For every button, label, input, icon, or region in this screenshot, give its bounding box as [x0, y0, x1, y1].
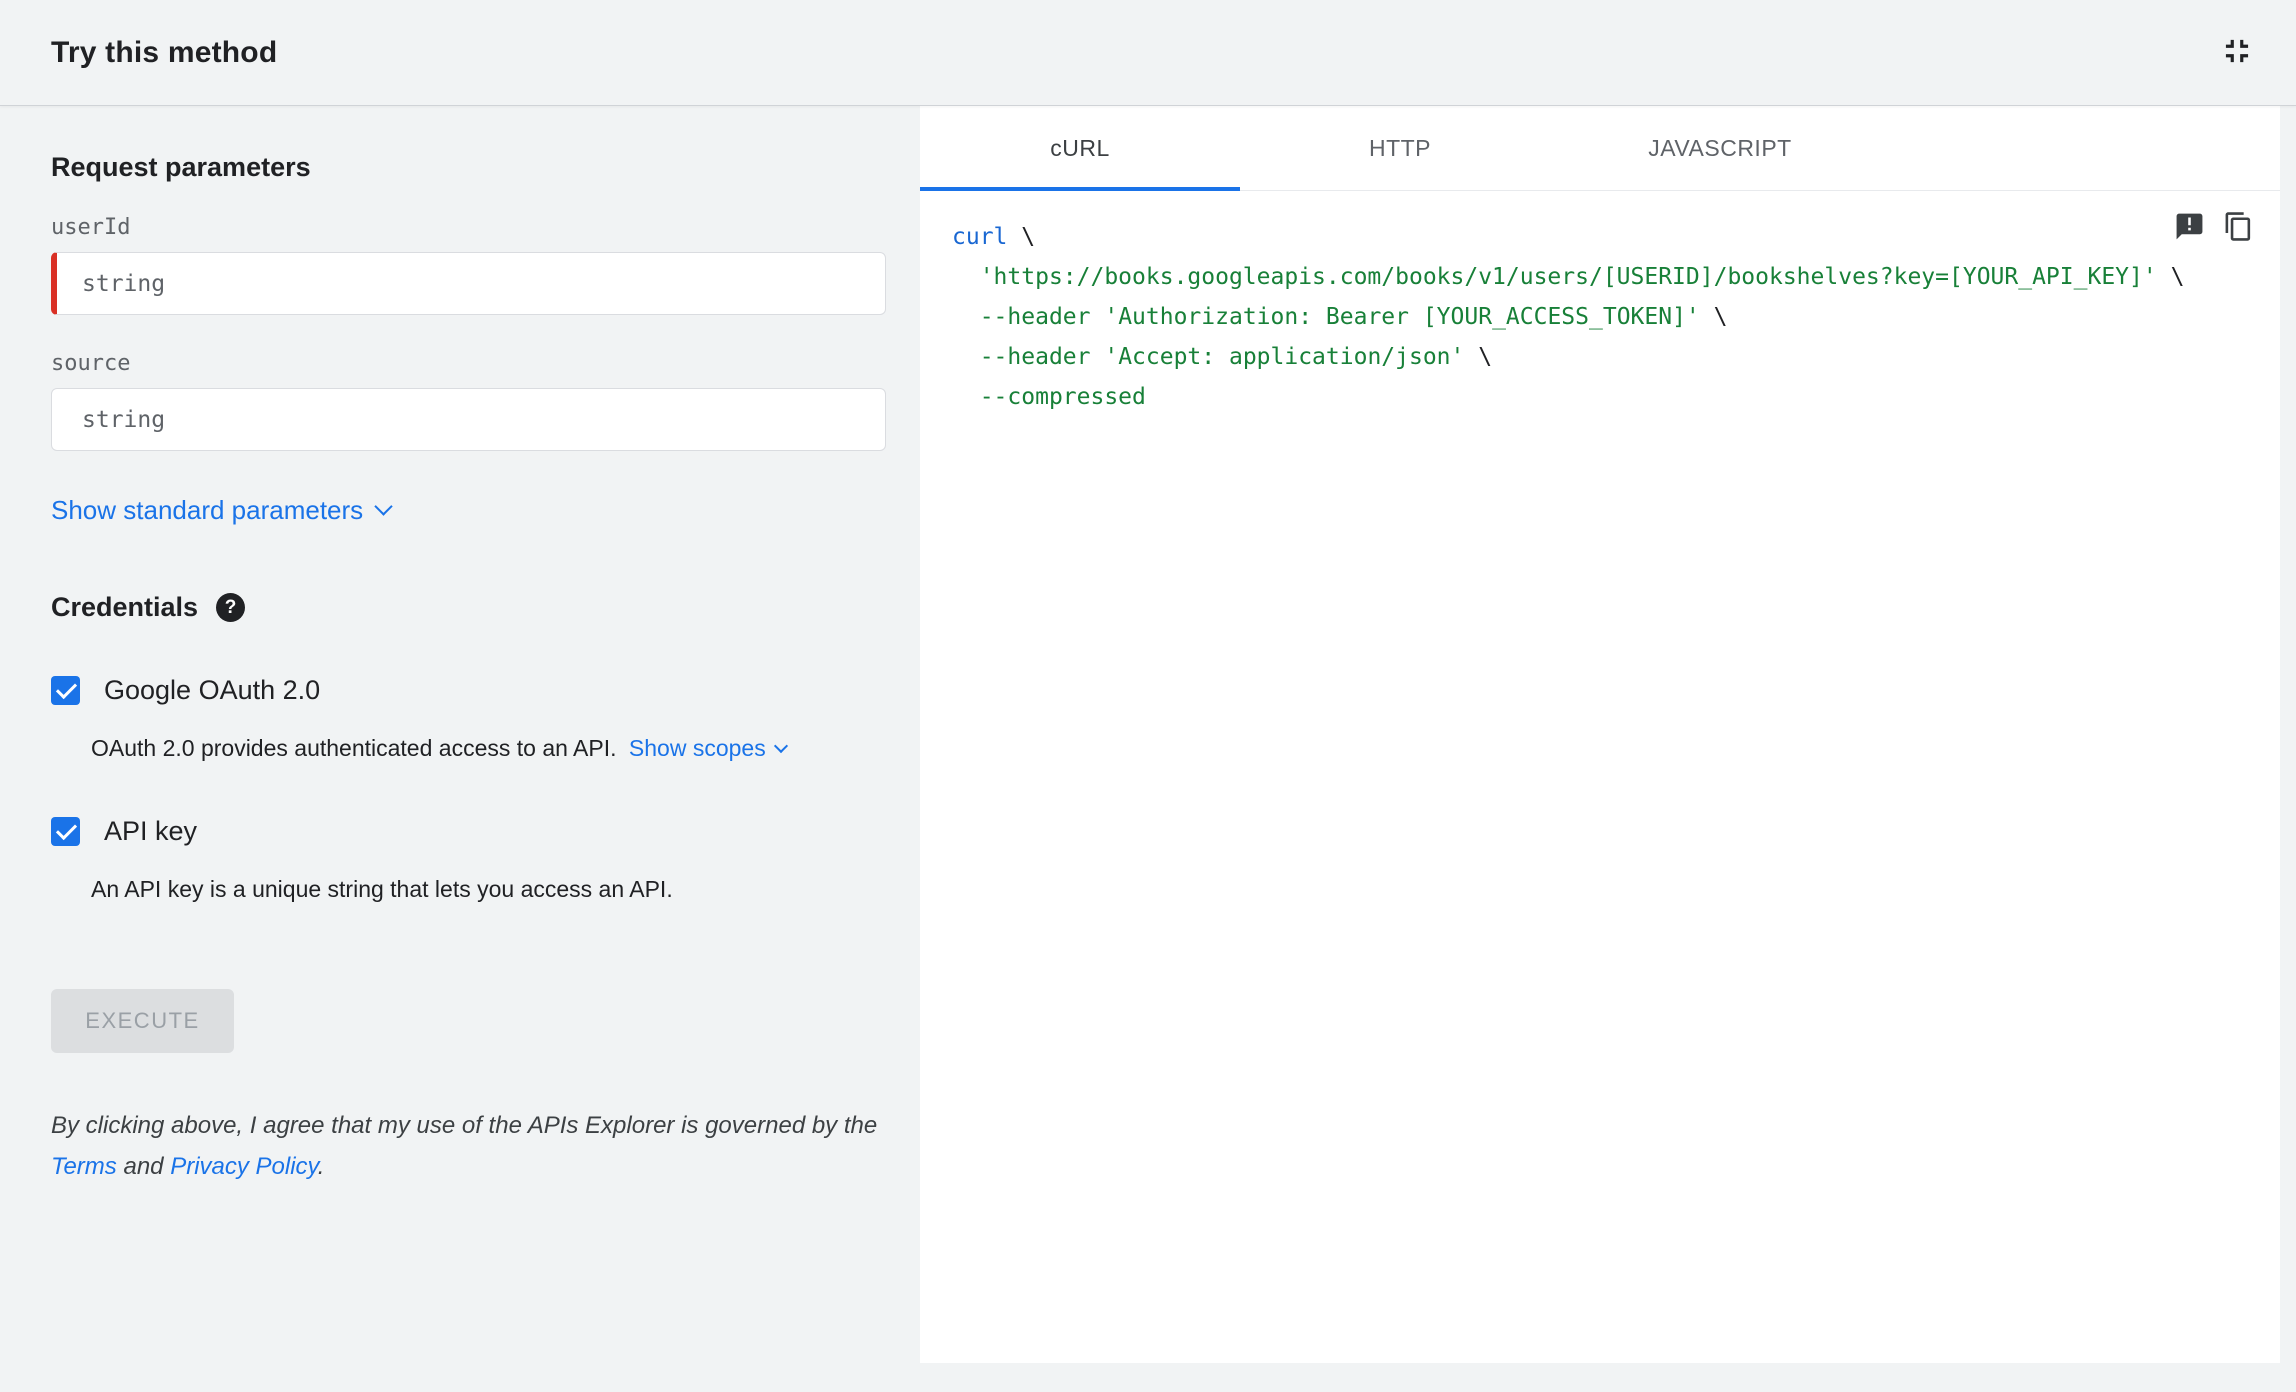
chevron-down-icon — [374, 497, 393, 516]
request-parameters-heading: Request parameters — [51, 152, 311, 182]
oauth-description: OAuth 2.0 provides authenticated access … — [51, 732, 886, 764]
tab-http[interactable]: HTTP — [1240, 106, 1560, 190]
oauth-option-row: Google OAuth 2.0 — [51, 675, 886, 706]
code-line: --header 'Accept: application/json' \ — [979, 344, 1493, 370]
api-key-description: An API key is a unique string that lets … — [91, 876, 673, 902]
oauth-description-text: OAuth 2.0 provides authenticated access … — [91, 735, 617, 761]
api-key-label: API key — [104, 816, 198, 846]
report-issue-button[interactable] — [2174, 211, 2205, 245]
api-key-option-row: API key — [51, 816, 886, 847]
panel-header: Try this method — [0, 0, 2296, 106]
credentials-heading: Credentials ? — [51, 592, 886, 623]
code-actions — [2174, 211, 2254, 245]
source-label: source — [51, 351, 131, 376]
panel-body: Request parameters userId source Show st… — [0, 106, 2296, 1363]
oauth-checkbox[interactable] — [51, 676, 80, 705]
disclaimer-text-before: By clicking above, I agree that my use o… — [51, 1112, 878, 1139]
show-scopes-label: Show scopes — [628, 735, 766, 761]
field-source: source — [51, 351, 886, 451]
terms-link[interactable]: Terms — [51, 1153, 117, 1180]
userid-input[interactable] — [51, 252, 886, 315]
credentials-heading-label: Credentials — [51, 592, 199, 622]
help-icon[interactable]: ? — [216, 593, 246, 622]
code-line: curl \ — [952, 224, 1036, 250]
show-scopes-link[interactable]: Show scopes — [628, 732, 788, 764]
disclaimer: By clicking above, I agree that my use o… — [51, 1105, 886, 1187]
collapse-panel-button[interactable] — [2218, 32, 2256, 73]
field-userid: userId — [51, 215, 886, 315]
request-form: Request parameters userId source Show st… — [0, 106, 920, 1363]
tab-curl[interactable]: cURL — [920, 106, 1240, 191]
code-line: 'https://books.googleapis.com/books/v1/u… — [979, 264, 2185, 290]
code-panel: curl \ 'https://books.googleapis.com/boo… — [920, 191, 2280, 1363]
userid-label: userId — [51, 215, 131, 240]
chevron-down-icon — [773, 738, 788, 753]
oauth-label: Google OAuth 2.0 — [104, 675, 321, 705]
fullscreen-exit-icon — [2218, 32, 2256, 73]
feedback-icon — [2174, 211, 2205, 245]
show-standard-parameters-label: Show standard parameters — [51, 495, 364, 525]
code-line: --compressed — [979, 384, 1146, 410]
show-standard-parameters-link[interactable]: Show standard parameters — [51, 495, 393, 526]
execute-button[interactable]: EXECUTE — [51, 989, 234, 1053]
copy-code-button[interactable] — [2223, 211, 2254, 245]
api-key-checkbox[interactable] — [51, 817, 80, 846]
code-sample-panel: cURL HTTP JAVASCRIPT curl \ 'https://boo… — [920, 106, 2280, 1363]
tab-javascript[interactable]: JAVASCRIPT — [1560, 106, 1880, 190]
code-block: curl \ 'https://books.googleapis.com/boo… — [952, 217, 2256, 417]
code-language-tabs: cURL HTTP JAVASCRIPT — [920, 106, 2280, 191]
panel-title: Try this method — [51, 35, 278, 69]
disclaimer-text-after: . — [317, 1153, 325, 1180]
source-input[interactable] — [51, 388, 886, 451]
copy-icon — [2223, 211, 2254, 245]
privacy-policy-link[interactable]: Privacy Policy — [170, 1153, 318, 1180]
code-line: --header 'Authorization: Bearer [YOUR_AC… — [979, 304, 1728, 330]
disclaimer-text-middle: and — [116, 1153, 171, 1180]
